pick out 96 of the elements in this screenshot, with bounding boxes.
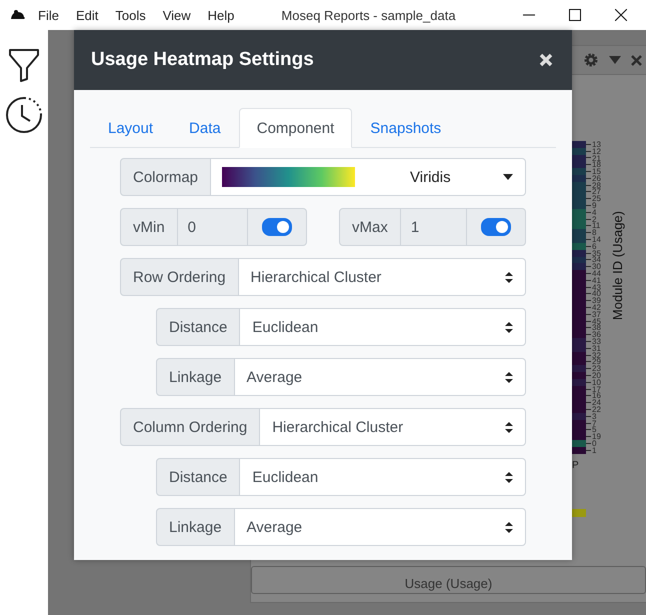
row-label: 27 (592, 188, 601, 196)
up-down-arrows-icon (505, 322, 513, 332)
row-label: 18 (592, 161, 601, 168)
row-label: 21 (592, 154, 601, 162)
up-down-arrows-icon (505, 372, 513, 382)
select-field[interactable]: Euclidean (240, 308, 526, 346)
tab[interactable]: Layout (90, 108, 172, 148)
colormap-select[interactable]: Viridis (211, 158, 526, 196)
row-label: 44 (592, 270, 601, 278)
row-label: 25 (592, 195, 601, 202)
tab[interactable]: Component (238, 108, 352, 148)
select-field[interactable]: Euclidean (240, 458, 526, 496)
row-label: 20 (592, 372, 601, 379)
row-label: 22 (592, 406, 601, 413)
row-label: 3 (592, 412, 596, 420)
row-label: 38 (592, 324, 601, 332)
filter-icon[interactable] (8, 48, 40, 82)
row-label: 42 (592, 304, 601, 312)
up-down-arrows-icon (505, 422, 513, 432)
colorbar-drawing (572, 508, 586, 517)
select-field[interactable]: Hierarchical Cluster (238, 258, 526, 296)
row-label: 2 (592, 216, 596, 223)
menu-item[interactable]: Tools (115, 8, 146, 22)
row-label: 0 (592, 440, 596, 447)
legend-text: P (572, 460, 580, 471)
row-label: 9 (592, 202, 596, 210)
row-label: 30 (592, 263, 601, 270)
row-label: 11 (592, 222, 600, 230)
menu-item[interactable]: Help (208, 8, 234, 22)
field-label: Row Ordering (120, 258, 239, 296)
menu-item[interactable]: File (38, 8, 59, 22)
row-label: 4 (592, 208, 596, 216)
field-label: Colormap (120, 158, 212, 196)
field-label: Distance (156, 308, 240, 346)
row-label: 15 (592, 168, 601, 176)
row-label: 43 (592, 284, 601, 291)
row-label: 24 (592, 399, 601, 406)
row-label: 37 (592, 310, 601, 318)
axis-title: Module ID (Usage) (610, 211, 625, 320)
row-label: 28 (592, 182, 601, 189)
select-field[interactable]: Average (234, 358, 526, 396)
row-label: 1 (592, 446, 596, 454)
row-label: 41 (592, 276, 601, 284)
field-label: vMax (339, 208, 401, 246)
up-down-arrows-icon (505, 272, 513, 282)
field-label: Linkage (156, 358, 235, 396)
up-down-arrows-icon (505, 472, 513, 482)
toggle-switch[interactable] (481, 218, 511, 236)
row-label: 23 (592, 365, 601, 372)
row-label: 13 (592, 140, 601, 148)
row-label: 26 (592, 174, 601, 182)
select-field[interactable]: Average (234, 508, 526, 546)
row-label: 39 (592, 297, 601, 304)
row-label: 14 (592, 236, 601, 244)
row-label: 33 (592, 338, 601, 346)
row-label: 8 (592, 229, 596, 236)
row-label: 16 (592, 392, 601, 400)
close-button[interactable] (537, 51, 555, 69)
menu-item[interactable]: View (162, 8, 191, 22)
tab[interactable]: Data (171, 108, 239, 148)
tab[interactable]: Snapshots (352, 108, 460, 148)
field-label: Column Ordering (120, 408, 260, 446)
value-field[interactable]: 1 (400, 208, 467, 246)
window-title: Moseq Reports - sample_data (281, 8, 456, 22)
caret-down-icon (503, 174, 513, 180)
row-label: 7 (592, 420, 596, 427)
row-label: 45 (592, 318, 601, 325)
axis-title: Usage (Usage) (404, 576, 492, 591)
field-label: Distance (156, 458, 240, 496)
value-field[interactable]: 0 (178, 208, 248, 246)
maximize-icon[interactable] (569, 9, 581, 21)
up-down-arrows-icon (505, 522, 513, 532)
menu-item[interactable]: Edit (76, 8, 98, 22)
dialog-title: Usage Heatmap Settings (91, 49, 314, 71)
field-label: Linkage (156, 508, 235, 546)
row-label: 35 (592, 250, 601, 257)
row-label: 40 (592, 290, 601, 298)
row-label: 5 (592, 426, 596, 434)
row-label: 29 (592, 358, 601, 366)
row-label: 19 (592, 433, 601, 440)
row-label: 17 (592, 386, 601, 393)
gear-icon[interactable] (583, 52, 599, 68)
row-label: 31 (592, 344, 601, 352)
select-field[interactable]: Hierarchical Cluster (260, 408, 526, 446)
row-label: 12 (592, 148, 601, 155)
row-label: 6 (592, 242, 596, 250)
caret-down-icon[interactable] (609, 56, 621, 64)
mouse-logo-icon (10, 9, 26, 21)
row-label: 10 (592, 378, 601, 386)
clock-icon[interactable] (5, 96, 43, 134)
close-icon[interactable] (615, 9, 627, 21)
field-label: vMin (120, 208, 178, 246)
toggle-switch[interactable] (262, 218, 292, 236)
row-label: 36 (592, 331, 601, 338)
row-label: 32 (592, 352, 601, 359)
row-label: 34 (592, 256, 601, 264)
